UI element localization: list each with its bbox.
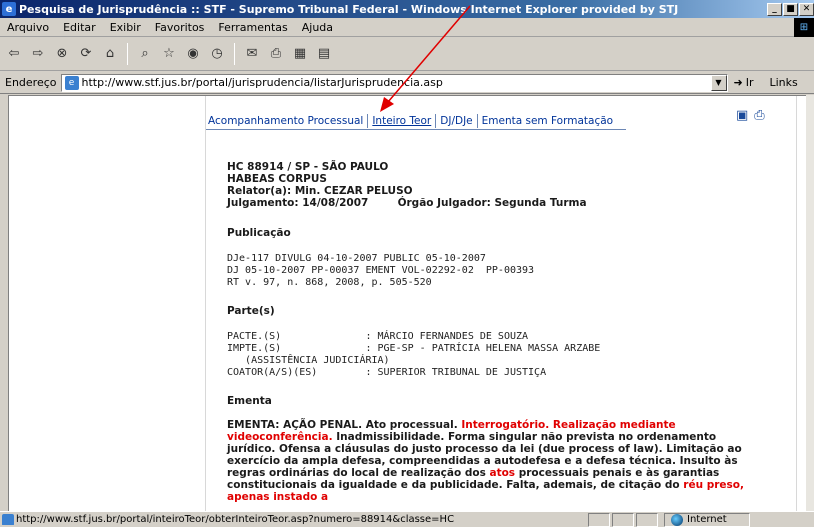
tab-dj-dje[interactable]: DJ/DJe xyxy=(436,114,478,128)
ementa-segment: EMENTA: AÇÃO PENAL. Ato processual. xyxy=(227,419,462,431)
close-button[interactable]: ✕ xyxy=(799,2,814,16)
links-button[interactable]: Links xyxy=(770,76,798,89)
ementa-text: EMENTA: AÇÃO PENAL. Ato processual. Inte… xyxy=(227,419,767,503)
toolbar: ⇦ ⇨ ⊗ ⟳ ⌂ ⌕ ☆ ◉ ◷ ✉ ⎙ ▦ ▤ xyxy=(0,37,814,71)
security-zone: Internet xyxy=(664,512,750,527)
forward-icon[interactable]: ⇨ xyxy=(28,44,48,64)
status-cell xyxy=(588,512,610,527)
media-icon[interactable]: ◉ xyxy=(183,44,203,64)
party-line: COATOR(A/S)(ES) : SUPERIOR TRIBUNAL DE J… xyxy=(227,367,547,378)
case-number: HC 88914 / SP - SÃO PAULO xyxy=(227,161,389,173)
parties-heading: Parte(s) xyxy=(227,305,275,317)
menu-ferramentas[interactable]: Ferramentas xyxy=(211,21,294,34)
page-icon: e xyxy=(64,75,79,90)
address-label: Endereço xyxy=(5,76,57,89)
jurisprudence-panel: Acompanhamento Processual Inteiro Teor D… xyxy=(205,96,797,511)
menu-exibir[interactable]: Exibir xyxy=(103,21,148,34)
back-icon[interactable]: ⇦ xyxy=(4,44,24,64)
status-cell xyxy=(612,512,634,527)
judgment-line: Julgamento: 14/08/2007 Órgão Julgador: S… xyxy=(227,197,587,209)
ementa-highlight: atos xyxy=(489,467,516,479)
windows-logo-icon: ⊞ xyxy=(794,18,814,37)
save-icon[interactable]: ▣ xyxy=(736,108,748,123)
case-class: HABEAS CORPUS xyxy=(227,173,327,185)
document-tabs: Acompanhamento Processual Inteiro Teor D… xyxy=(206,114,617,128)
address-url[interactable]: http://www.stf.jus.br/portal/jurispruden… xyxy=(82,76,711,89)
print-icon[interactable]: ⎙ xyxy=(754,108,764,123)
go-arrow-icon: ➜ xyxy=(733,76,743,89)
vertical-scrollbar[interactable] xyxy=(806,95,814,511)
window-titlebar: e Pesquisa de Jurisprudência :: STF - Su… xyxy=(0,0,814,18)
menu-arquivo[interactable]: Arquivo xyxy=(0,21,56,34)
address-bar: Endereço e http://www.stf.jus.br/portal/… xyxy=(0,72,814,94)
discuss-icon[interactable]: ▤ xyxy=(314,44,334,64)
toolbar-separator xyxy=(127,42,128,65)
go-label: Ir xyxy=(745,76,754,89)
search-icon[interactable]: ⌕ xyxy=(135,44,155,64)
publication-line: DJ 05-10-2007 PP-00037 EMENT VOL-02292-0… xyxy=(227,265,535,276)
rapporteur: Relator(a): Min. CEZAR PELUSO xyxy=(227,185,413,197)
publication-line: RT v. 97, n. 868, 2008, p. 505-520 xyxy=(227,277,432,288)
address-input[interactable]: e http://www.stf.jus.br/portal/jurisprud… xyxy=(60,73,728,92)
tab-acompanhamento-processual[interactable]: Acompanhamento Processual xyxy=(206,114,369,128)
window-title: Pesquisa de Jurisprudência :: STF - Supr… xyxy=(19,2,679,16)
home-icon[interactable]: ⌂ xyxy=(100,44,120,64)
zone-label: Internet xyxy=(687,514,727,525)
menu-bar: Arquivo Editar Exibir Favoritos Ferramen… xyxy=(0,18,814,37)
page-icon xyxy=(2,514,14,525)
ementa-heading: Ementa xyxy=(227,395,272,407)
tab-inteiro-teor[interactable]: Inteiro Teor xyxy=(368,114,437,128)
chevron-down-icon[interactable]: ▼ xyxy=(710,74,727,91)
party-line: PACTE.(S) : MÁRCIO FERNANDES DE SOUZA xyxy=(227,331,529,342)
status-cell xyxy=(636,512,658,527)
menu-favoritos[interactable]: Favoritos xyxy=(148,21,212,34)
window-controls: _ ■ ✕ xyxy=(767,2,814,16)
tabs-divider xyxy=(206,129,626,130)
maximize-button[interactable]: ■ xyxy=(783,2,798,16)
publication-line: DJe-117 DIVULG 04-10-2007 PUBLIC 05-10-2… xyxy=(227,253,486,264)
toolbar-separator xyxy=(234,42,235,65)
status-bar: http://www.stf.jus.br/portal/inteiroTeor… xyxy=(0,511,814,527)
status-url: http://www.stf.jus.br/portal/inteiroTeor… xyxy=(0,514,586,525)
publication-heading: Publicação xyxy=(227,227,291,239)
status-url-text: http://www.stf.jus.br/portal/inteiroTeor… xyxy=(16,514,455,525)
menu-editar[interactable]: Editar xyxy=(56,21,103,34)
print-icon[interactable]: ⎙ xyxy=(266,44,286,64)
tab-ementa-sem-formatacao[interactable]: Ementa sem Formatação xyxy=(478,114,617,128)
tab-actions: ▣ ⎙ xyxy=(736,108,765,123)
minimize-button[interactable]: _ xyxy=(767,2,782,16)
party-line: IMPTE.(S) : PGE-SP - PATRÍCIA HELENA MAS… xyxy=(227,343,601,354)
history-icon[interactable]: ◷ xyxy=(207,44,227,64)
ie-logo-icon: e xyxy=(2,2,16,16)
go-button[interactable]: ➜ Ir xyxy=(734,76,754,89)
menu-ajuda[interactable]: Ajuda xyxy=(295,21,340,34)
document-body: HC 88914 / SP - SÃO PAULO HABEAS CORPUS … xyxy=(227,161,767,503)
edit-icon[interactable]: ▦ xyxy=(290,44,310,64)
party-line: (ASSISTÊNCIA JUDICIÁRIA) xyxy=(227,355,390,366)
favorites-icon[interactable]: ☆ xyxy=(159,44,179,64)
refresh-icon[interactable]: ⟳ xyxy=(76,44,96,64)
stop-icon[interactable]: ⊗ xyxy=(52,44,72,64)
globe-icon xyxy=(671,513,683,526)
page-viewport: Acompanhamento Processual Inteiro Teor D… xyxy=(8,95,806,511)
mail-icon[interactable]: ✉ xyxy=(242,44,262,64)
left-frame-border xyxy=(0,95,8,511)
